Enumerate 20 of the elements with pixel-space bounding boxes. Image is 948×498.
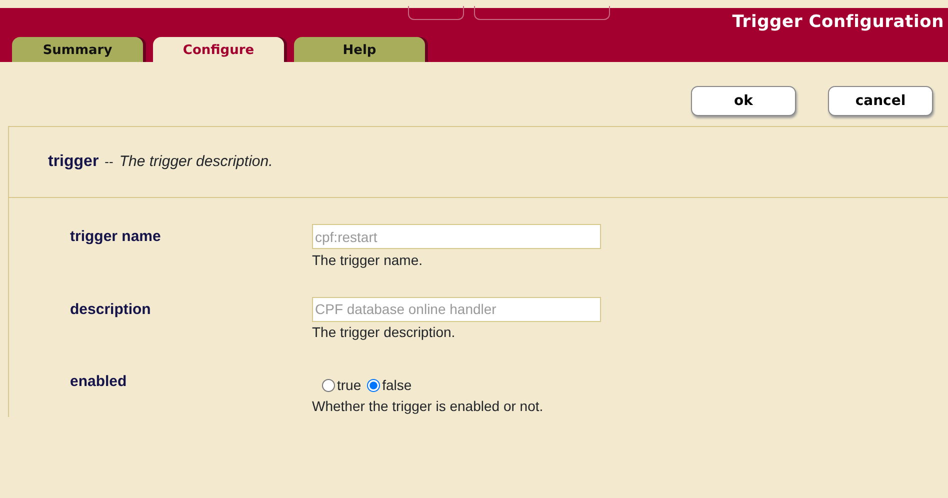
ok-button[interactable]: ok	[691, 86, 796, 116]
field-label: description	[70, 300, 152, 320]
cancel-button[interactable]: cancel	[828, 86, 933, 116]
radio-label[interactable]: true	[337, 375, 362, 396]
page-title: Trigger Configuration	[732, 11, 944, 34]
help-text: Whether the trigger is enabled or not.	[312, 397, 544, 416]
help-text: The trigger description.	[312, 323, 456, 342]
tab[interactable]: Summary	[12, 37, 143, 62]
separator: --	[104, 153, 114, 172]
tab[interactable]: Help	[294, 37, 425, 62]
field-label: enabled	[70, 372, 128, 392]
section-name: trigger	[48, 152, 99, 172]
help-text: The trigger name.	[312, 250, 424, 270]
field-label: trigger name	[70, 227, 162, 247]
header-shape	[408, 6, 464, 20]
tab[interactable]: Configure	[153, 37, 284, 62]
section-description: The trigger description.	[119, 152, 273, 172]
radio-label[interactable]: false	[382, 375, 412, 396]
radio-button[interactable]	[322, 379, 335, 392]
radio-button[interactable]	[367, 379, 380, 392]
